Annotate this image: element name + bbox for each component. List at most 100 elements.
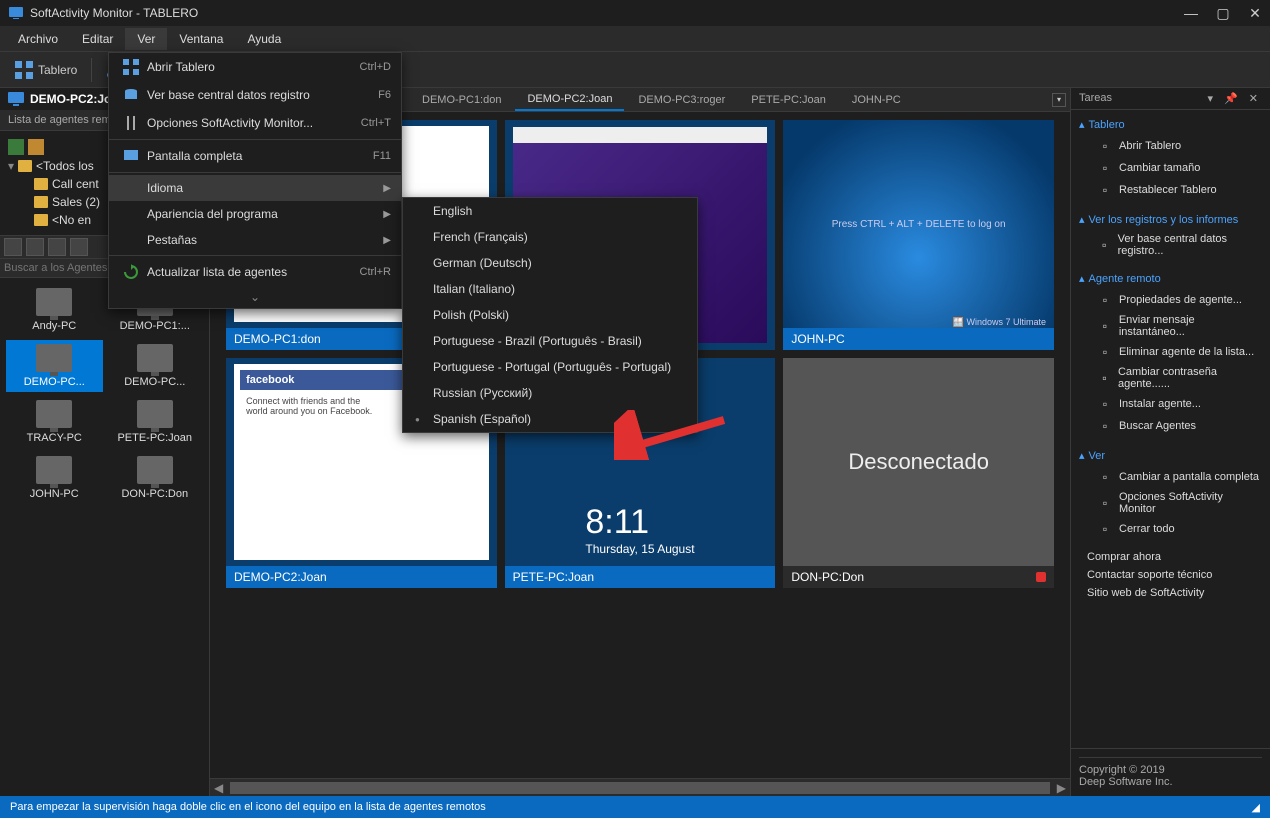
language-option[interactable]: Russian (Русский) <box>403 380 697 406</box>
language-option[interactable]: Spanish (Español) <box>403 406 697 432</box>
menu-editar[interactable]: Editar <box>70 28 125 50</box>
task-link-icon: ▫ <box>1097 396 1113 412</box>
tabstrip-dropdown[interactable]: ▾ <box>1052 93 1066 107</box>
menu-item[interactable]: Pestañas▶ <box>109 227 401 253</box>
language-option[interactable]: English <box>403 198 697 224</box>
minimize-button[interactable]: — <box>1184 6 1198 20</box>
thumb-screen: Press CTRL + ALT + DELETE to log on🪟 Win… <box>783 120 1054 328</box>
task-link-label: Sitio web de SoftActivity <box>1087 587 1204 599</box>
menu-ayuda[interactable]: Ayuda <box>235 28 293 50</box>
menu-item-label: Idioma <box>143 181 383 195</box>
task-link[interactable]: Sitio web de SoftActivity <box>1079 584 1262 602</box>
task-link-label: Cambiar a pantalla completa <box>1119 471 1259 483</box>
agent-grid: Andy-PCDEMO-PC1:...DEMO-PC...DEMO-PC...T… <box>0 278 209 796</box>
task-link[interactable]: ▫Cambiar a pantalla completa <box>1079 466 1262 488</box>
agent-label: DON-PC:Don <box>121 488 188 500</box>
task-link-label: Cambiar contraseña agente...... <box>1118 366 1262 390</box>
task-link[interactable]: ▫Eliminar agente de la lista... <box>1079 341 1262 363</box>
agent-item[interactable]: DEMO-PC... <box>6 340 103 392</box>
task-link-icon: ▫ <box>1097 292 1113 308</box>
agent-view-4[interactable] <box>70 238 88 256</box>
pc-icon <box>137 456 173 484</box>
task-link[interactable]: ▫Cerrar todo <box>1079 518 1262 540</box>
agent-view-1[interactable] <box>4 238 22 256</box>
task-link-icon: ▫ <box>1097 138 1113 154</box>
task-link[interactable]: ▫ Propiedades de agente... <box>1079 289 1262 311</box>
menu-item[interactable]: Actualizar lista de agentesCtrl+R <box>109 258 401 286</box>
language-option[interactable]: German (Deutsch) <box>403 250 697 276</box>
task-link-icon: ▫ <box>1097 318 1113 334</box>
tab[interactable]: PETE-PC:Joan <box>739 90 838 110</box>
language-option[interactable]: Polish (Polski) <box>403 302 697 328</box>
menu-item-icon <box>119 59 143 75</box>
thumb-screen: Desconectado <box>783 358 1054 566</box>
task-link-icon: ▫ <box>1097 495 1113 511</box>
task-link[interactable]: Contactar soporte técnico <box>1079 566 1262 584</box>
task-link[interactable]: ▫Buscar Agentes <box>1079 415 1262 437</box>
folder-icon <box>18 160 32 172</box>
tab[interactable]: DEMO-PC3:roger <box>626 90 737 110</box>
task-link-label: Instalar agente... <box>1119 398 1201 410</box>
menu-item[interactable]: Pantalla completaF11 <box>109 142 401 170</box>
task-link[interactable]: ▫Enviar mensaje instantáneo... <box>1079 311 1262 341</box>
task-link[interactable]: ▫Cambiar contraseña agente...... <box>1079 363 1262 393</box>
task-link[interactable]: ▫Restablecer Tablero <box>1079 179 1262 201</box>
tasks-controls[interactable]: ▾ 📌 ✕ <box>1207 92 1262 105</box>
agent-view-3[interactable] <box>48 238 66 256</box>
task-section-title[interactable]: ▴ Ver los registros y los informes <box>1079 209 1262 230</box>
menu-item-icon <box>119 264 143 280</box>
task-link[interactable]: ▫Cambiar tamaño <box>1079 157 1262 179</box>
task-link-label: Propiedades de agente... <box>1119 294 1242 306</box>
task-link[interactable]: Comprar ahora <box>1079 548 1262 566</box>
pc-icon <box>36 456 72 484</box>
task-link[interactable]: ▫Opciones SoftActivity Monitor <box>1079 488 1262 518</box>
tree-btn-1-icon[interactable] <box>8 139 24 155</box>
language-option[interactable]: Italian (Italiano) <box>403 276 697 302</box>
task-link[interactable]: ▫Ver base central datos registro... <box>1079 230 1262 260</box>
task-section-title[interactable]: ▴ Tablero <box>1079 114 1262 135</box>
monitor-icon <box>8 92 24 106</box>
task-link-label: Contactar soporte técnico <box>1087 569 1212 581</box>
maximize-button[interactable]: ▢ <box>1216 6 1230 20</box>
agent-item[interactable]: DON-PC:Don <box>107 452 204 504</box>
menu-ver[interactable]: Ver <box>125 28 167 50</box>
close-button[interactable]: ✕ <box>1248 6 1262 20</box>
menu-item[interactable]: Apariencia del programa▶ <box>109 201 401 227</box>
agent-item[interactable]: JOHN-PC <box>6 452 103 504</box>
menu-item[interactable]: Idioma▶ <box>109 175 401 201</box>
menu-expand[interactable]: ⌄ <box>109 286 401 308</box>
agent-item[interactable]: TRACY-PC <box>6 396 103 448</box>
language-option[interactable]: French (Français) <box>403 224 697 250</box>
task-link[interactable]: ▫ Instalar agente... <box>1079 393 1262 415</box>
menu-item-icon <box>119 115 143 131</box>
agent-item[interactable]: Andy-PC <box>6 284 103 336</box>
menu-item[interactable]: Opciones SoftActivity Monitor...Ctrl+T <box>109 109 401 137</box>
thumbnail[interactable]: Press CTRL + ALT + DELETE to log on🪟 Win… <box>783 120 1054 350</box>
agent-item[interactable]: DEMO-PC... <box>107 340 204 392</box>
menu-ventana[interactable]: Ventana <box>167 28 235 50</box>
agent-item[interactable]: PETE-PC:Joan <box>107 396 204 448</box>
task-link[interactable]: ▫Abrir Tablero <box>1079 135 1262 157</box>
thumb-label: PETE-PC:Joan <box>505 566 776 588</box>
resize-grip-icon[interactable]: ◢ <box>1252 801 1260 814</box>
thumbnail[interactable]: DesconectadoDON-PC:Don <box>783 358 1054 588</box>
menu-item-label: Ver base central datos registro <box>143 88 378 102</box>
tab[interactable]: DEMO-PC2:Joan <box>515 89 624 111</box>
agent-view-2[interactable] <box>26 238 44 256</box>
toolbar-tablero[interactable]: Tablero <box>8 56 83 84</box>
folder-icon <box>34 214 48 226</box>
task-section-title[interactable]: ▴ Ver <box>1079 445 1262 466</box>
hscrollbar-thumb[interactable] <box>230 782 1050 794</box>
menu-item[interactable]: Ver base central datos registroF6 <box>109 81 401 109</box>
language-option[interactable]: Portuguese - Brazil (Português - Brasil) <box>403 328 697 354</box>
copyright: Copyright © 2019 <box>1079 764 1262 776</box>
tab[interactable]: DEMO-PC1:don <box>410 90 513 110</box>
tab[interactable]: JOHN-PC <box>840 90 913 110</box>
hscrollbar[interactable]: ◀ ▶ <box>210 778 1070 796</box>
tree-btn-2-icon[interactable] <box>28 139 44 155</box>
tree-root-label: <Todos los <box>36 159 94 173</box>
language-option[interactable]: Portuguese - Portugal (Português - Portu… <box>403 354 697 380</box>
task-section-title[interactable]: ▴ Agente remoto <box>1079 268 1262 289</box>
menu-item[interactable]: Abrir TableroCtrl+D <box>109 53 401 81</box>
menu-archivo[interactable]: Archivo <box>6 28 70 50</box>
